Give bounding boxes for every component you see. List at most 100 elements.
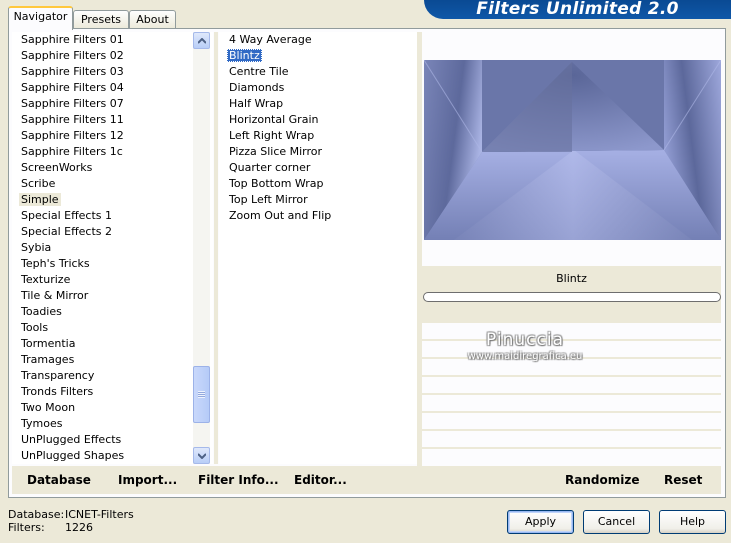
category-item-label: Sybia — [21, 241, 52, 254]
status-info: Database:ICNET-Filters Filters: 1226 — [8, 508, 208, 534]
category-item[interactable]: Tile & Mirror — [12, 288, 213, 304]
category-item-label: Sapphire Filters 04 — [21, 81, 124, 94]
category-scrollbar[interactable] — [193, 32, 210, 464]
category-item[interactable]: Sapphire Filters 1c — [12, 144, 213, 160]
category-list[interactable]: Sapphire Filters 01 Sapphire Filters 02 Sa… — [12, 32, 213, 464]
navigator-panel: Sapphire Filters 01 Sapphire Filters 02 Sa… — [8, 28, 726, 498]
category-item[interactable]: Tormentia — [12, 336, 213, 352]
filter-item-label: 4 Way Average — [229, 33, 312, 46]
category-item[interactable]: Sapphire Filters 12 — [12, 128, 213, 144]
category-item[interactable]: Special Effects 2 — [12, 224, 213, 240]
category-item-label: Special Effects 1 — [21, 209, 113, 222]
cancel-button[interactable]: Cancel — [583, 510, 650, 534]
filter-item[interactable]: Top Bottom Wrap — [219, 176, 417, 192]
category-item[interactable]: Tools — [12, 320, 213, 336]
filter-info-button[interactable]: Filter Info... — [198, 473, 279, 487]
category-item[interactable]: Simple — [12, 192, 213, 208]
tab-presets[interactable]: Presets — [73, 10, 129, 29]
filter-item-label: Diamonds — [229, 81, 285, 94]
category-item-label: UnPlugged Shapes — [21, 449, 125, 462]
category-item-label: Teph's Tricks — [21, 257, 90, 270]
category-item[interactable]: Sapphire Filters 02 — [12, 48, 213, 64]
filters-count-label: Filters: — [8, 521, 45, 534]
category-item[interactable]: UnPlugged Shapes — [12, 448, 213, 464]
filter-item[interactable]: Blintz — [219, 48, 417, 64]
category-item[interactable]: Texturize — [12, 272, 213, 288]
database-button[interactable]: Database — [27, 473, 91, 487]
category-item[interactable]: Toadies — [12, 304, 213, 320]
filter-item[interactable]: Pizza Slice Mirror — [219, 144, 417, 160]
filter-item-label: Quarter corner — [229, 161, 311, 174]
category-item[interactable]: UnPlugged Effects — [12, 432, 213, 448]
filter-item-label: Top Left Mirror — [229, 193, 308, 206]
scroll-thumb[interactable] — [193, 366, 210, 423]
category-item[interactable]: Sybia — [12, 240, 213, 256]
category-item[interactable]: Transparency — [12, 368, 213, 384]
category-item[interactable]: ScreenWorks — [12, 160, 213, 176]
category-item[interactable]: Special Effects 1 — [12, 208, 213, 224]
category-item-label: ScreenWorks — [21, 161, 93, 174]
scroll-down-button[interactable] — [193, 447, 210, 464]
category-item-label: Two Moon — [21, 401, 76, 414]
filter-item[interactable]: Horizontal Grain — [219, 112, 417, 128]
randomize-button[interactable]: Randomize — [565, 473, 639, 487]
category-item[interactable]: Sapphire Filters 03 — [12, 64, 213, 80]
category-item[interactable]: Tronds Filters — [12, 384, 213, 400]
filter-list[interactable]: 4 Way Average Blintz Centre Tile Diamonds Ha… — [219, 32, 417, 464]
category-item-label: UnPlugged Effects — [21, 433, 122, 446]
category-item-label: Texturize — [21, 273, 71, 286]
filter-info-strip: Blintz — [422, 266, 721, 323]
filter-item[interactable]: Top Left Mirror — [219, 192, 417, 208]
category-item[interactable]: Sapphire Filters 07 — [12, 96, 213, 112]
filter-item-label: Horizontal Grain — [229, 113, 319, 126]
filter-item-label: Left Right Wrap — [229, 129, 315, 142]
category-item-label: Toadies — [21, 305, 62, 318]
category-item-label: Simple — [19, 193, 61, 206]
tab-navigator[interactable]: Navigator — [8, 6, 73, 30]
filter-item[interactable]: Centre Tile — [219, 64, 417, 80]
import-button[interactable]: Import... — [118, 473, 177, 487]
filter-item[interactable]: Zoom Out and Flip — [219, 208, 417, 224]
reset-button[interactable]: Reset — [664, 473, 702, 487]
category-item-label: Tormentia — [21, 337, 76, 350]
filter-item[interactable]: 4 Way Average — [219, 32, 417, 48]
chevron-up-icon — [198, 38, 206, 44]
category-item[interactable]: Scribe — [12, 176, 213, 192]
category-item[interactable]: Teph's Tricks — [12, 256, 213, 272]
grip-icon — [198, 391, 205, 398]
database-label: Database: — [8, 508, 65, 521]
filter-item[interactable]: Half Wrap — [219, 96, 417, 112]
database-value: ICNET-Filters — [65, 508, 134, 521]
category-item[interactable]: Tymoes — [12, 416, 213, 432]
category-item[interactable]: Two Moon — [12, 400, 213, 416]
editor-button[interactable]: Editor... — [294, 473, 347, 487]
category-item-label: Sapphire Filters 02 — [21, 49, 124, 62]
selected-filter-name: Blintz — [556, 272, 587, 285]
help-button[interactable]: Help — [659, 510, 726, 534]
category-item[interactable]: Tramages — [12, 352, 213, 368]
category-item[interactable]: Sapphire Filters 04 — [12, 80, 213, 96]
filter-item-label: Top Bottom Wrap — [229, 177, 324, 190]
tab-about[interactable]: About — [129, 10, 176, 29]
filter-item[interactable]: Quarter corner — [219, 160, 417, 176]
parameter-rows — [422, 323, 721, 464]
category-item-label: Sapphire Filters 1c — [21, 145, 123, 158]
filter-item-label: Blintz — [227, 49, 262, 62]
category-item-label: Transparency — [21, 369, 95, 382]
category-item[interactable]: Sapphire Filters 11 — [12, 112, 213, 128]
app-title-banner: Filters Unlimited 2.0 — [424, 0, 731, 19]
list-divider — [214, 32, 218, 464]
right-command-bar: Randomize Reset — [422, 466, 721, 494]
category-item-label: Sapphire Filters 03 — [21, 65, 124, 78]
category-item[interactable]: Sapphire Filters 01 — [12, 32, 213, 48]
chevron-down-icon — [198, 453, 206, 459]
filter-item[interactable]: Diamonds — [219, 80, 417, 96]
category-item-label: Sapphire Filters 01 — [21, 33, 124, 46]
filter-item[interactable]: Left Right Wrap — [219, 128, 417, 144]
category-item-label: Scribe — [21, 177, 56, 190]
category-item-label: Tramages — [21, 353, 75, 366]
progress-bar — [423, 292, 721, 302]
category-item-label: Sapphire Filters 07 — [21, 97, 124, 110]
scroll-up-button[interactable] — [193, 32, 210, 49]
apply-button[interactable]: Apply — [507, 510, 574, 534]
